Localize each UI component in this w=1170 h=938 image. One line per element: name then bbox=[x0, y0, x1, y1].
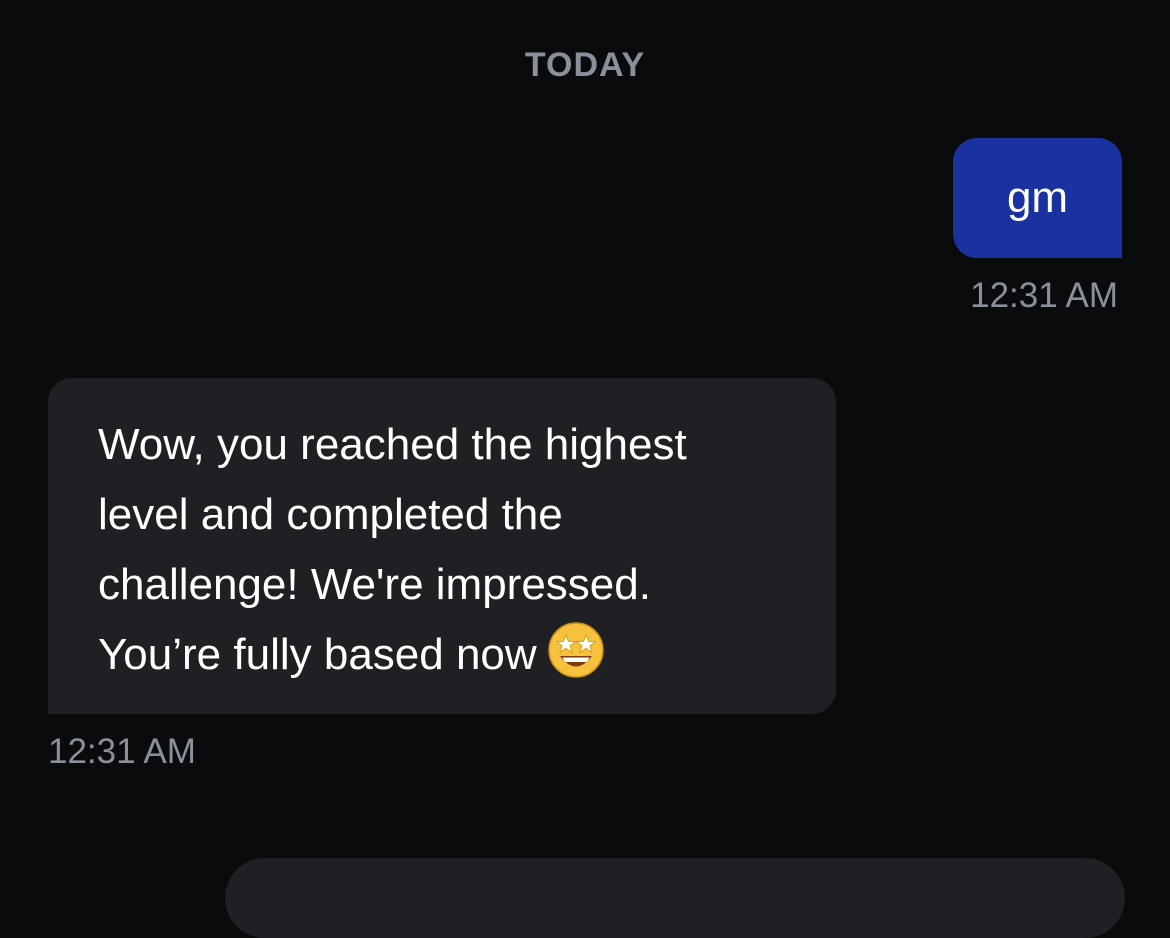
date-divider: TODAY bbox=[524, 46, 646, 84]
sent-message-bubble[interactable]: gm bbox=[953, 138, 1122, 258]
received-message-bubble[interactable]: Wow, you reached the highest level and c… bbox=[48, 378, 836, 714]
message-composer[interactable] bbox=[225, 858, 1125, 938]
sent-message-timestamp: 12:31 AM bbox=[970, 276, 1118, 315]
star-struck-emoji-icon bbox=[547, 621, 605, 679]
sent-message-text: gm bbox=[1006, 173, 1069, 222]
received-message-timestamp: 12:31 AM bbox=[48, 732, 196, 771]
